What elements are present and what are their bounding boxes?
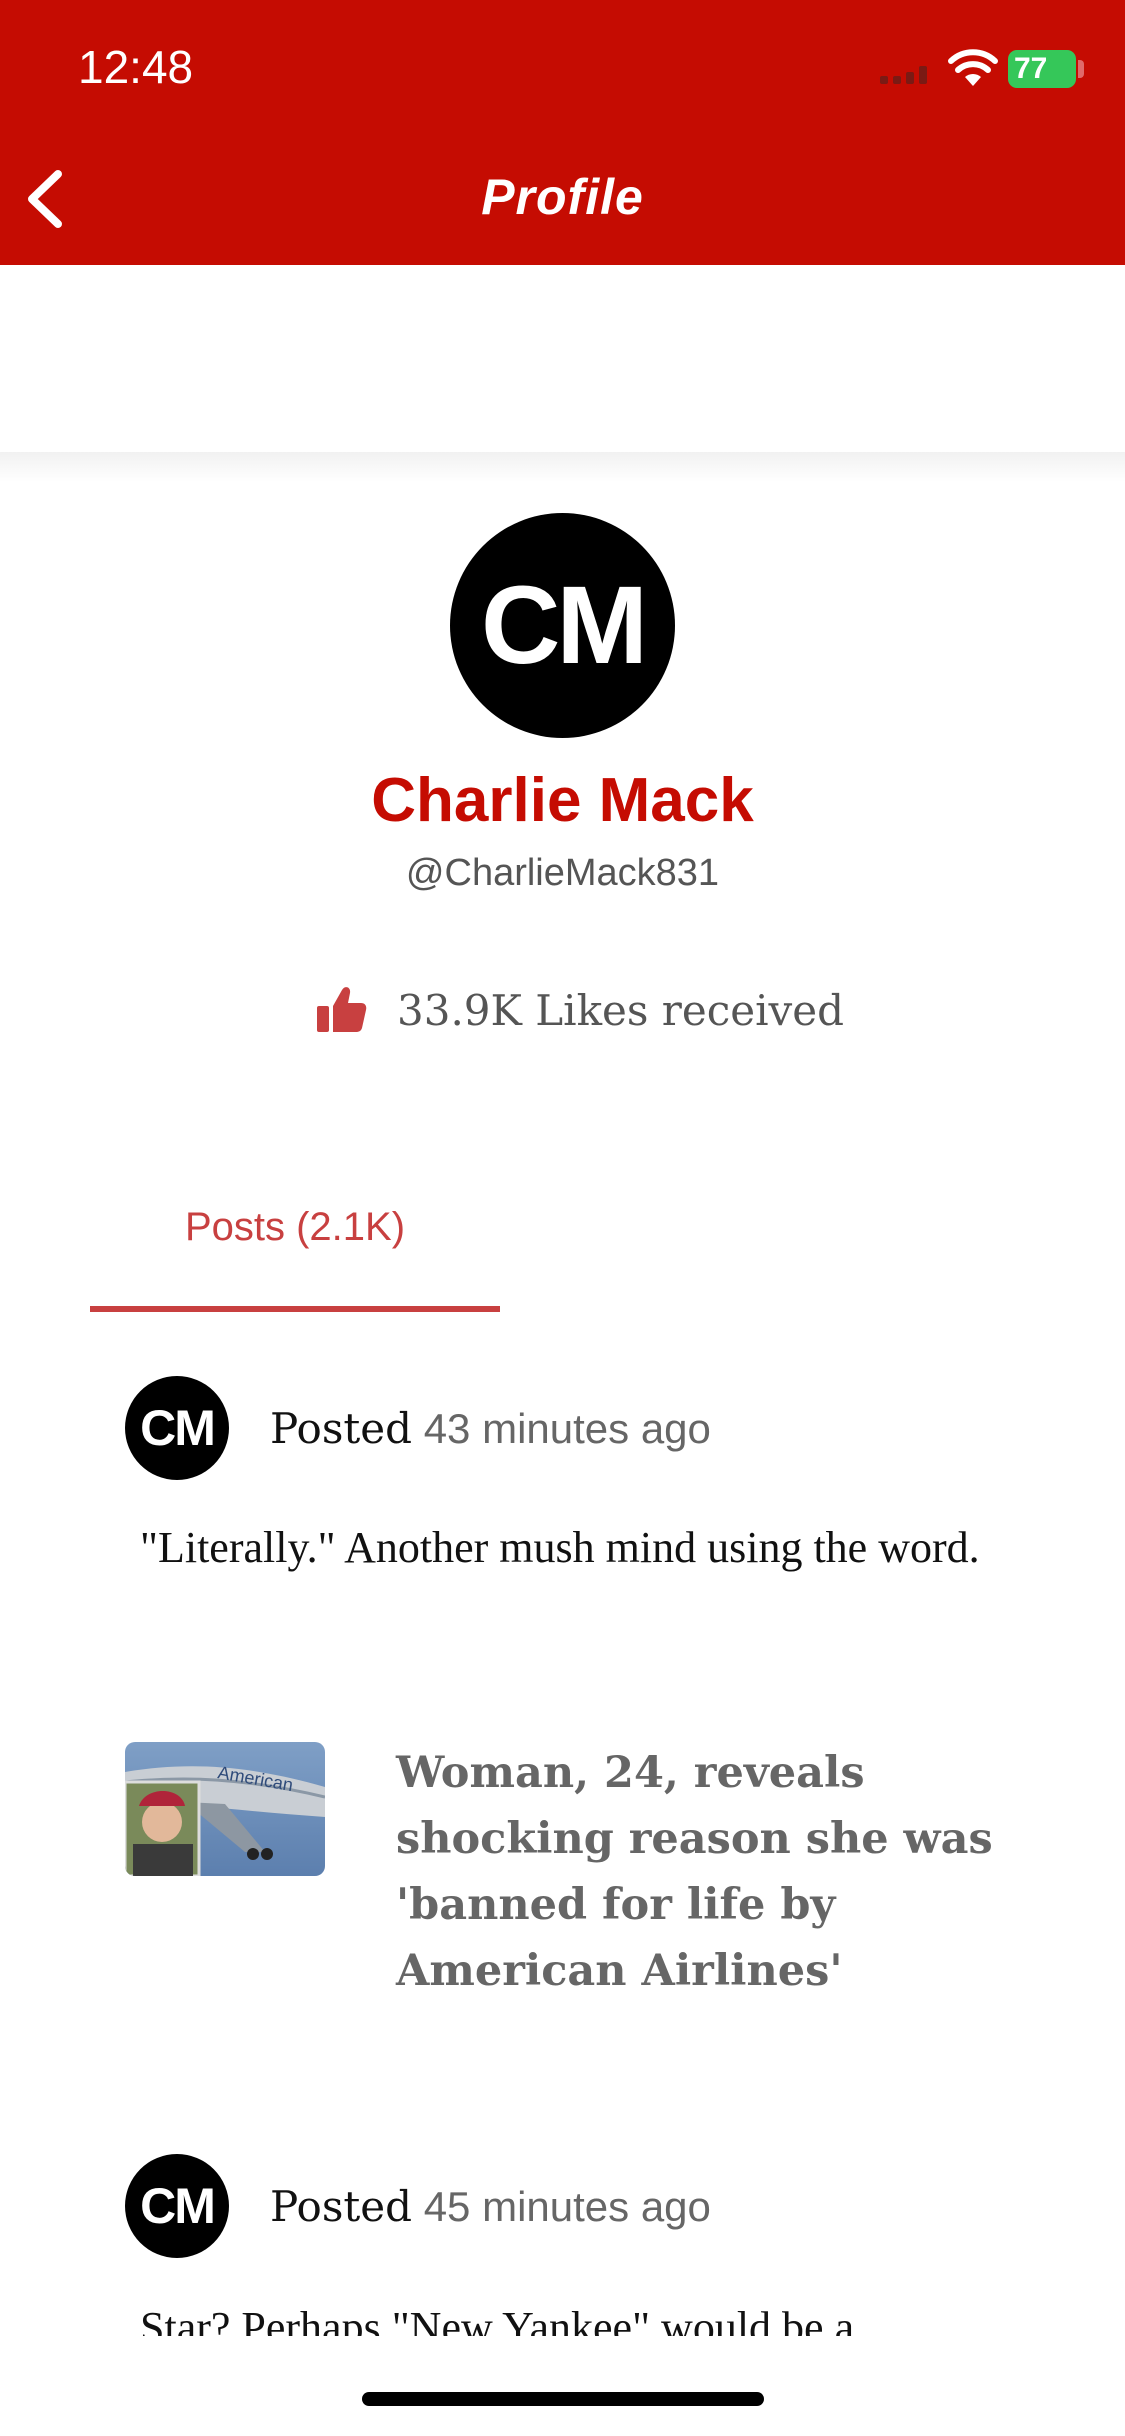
post-time: 43 minutes ago bbox=[423, 1405, 711, 1452]
banner-area bbox=[0, 265, 1125, 455]
post-meta: Posted 45 minutes ago bbox=[270, 2182, 711, 2231]
battery-cap bbox=[1078, 60, 1084, 78]
post-text[interactable]: Star? Perhaps "New Yankee" would be a bbox=[140, 2290, 1040, 2336]
article-headline[interactable]: Woman, 24, reveals shocking reason she w… bbox=[396, 1740, 996, 2004]
profile-handle: @CharlieMack831 bbox=[405, 852, 720, 894]
posted-label: Posted bbox=[270, 1404, 413, 1453]
thumbs-up-icon bbox=[317, 987, 367, 1032]
battery-level: 77 bbox=[1014, 52, 1048, 85]
tab-posts[interactable]: Posts (2.1K) bbox=[90, 1205, 500, 1250]
post-time: 45 minutes ago bbox=[423, 2183, 711, 2230]
post-author-avatar[interactable]: CM bbox=[125, 1376, 229, 1480]
app-header: 12:48 77 Profile bbox=[0, 0, 1125, 265]
home-indicator[interactable] bbox=[362, 2392, 764, 2406]
tab-active-indicator bbox=[90, 1306, 500, 1312]
airplane-image: American bbox=[125, 1742, 325, 1876]
wifi-icon bbox=[948, 49, 998, 86]
battery-icon: 77 bbox=[1008, 50, 1076, 88]
post-meta: Posted 43 minutes ago bbox=[270, 1404, 711, 1453]
page-title: Profile bbox=[481, 169, 644, 225]
cellular-signal-icon bbox=[880, 66, 927, 84]
profile-name: Charlie Mack bbox=[371, 766, 754, 835]
profile-avatar: CM bbox=[450, 513, 675, 738]
article-thumbnail[interactable]: American bbox=[125, 1742, 325, 1876]
likes-count: 33.9K Likes received bbox=[397, 985, 844, 1035]
banner-shadow bbox=[0, 452, 1125, 482]
likes-summary: 33.9K Likes received bbox=[315, 980, 844, 1040]
posted-label: Posted bbox=[270, 2182, 413, 2231]
post-text[interactable]: "Literally." Another mush mind using the… bbox=[140, 1510, 1020, 1585]
post-author-avatar[interactable]: CM bbox=[125, 2154, 229, 2258]
status-time: 12:48 bbox=[78, 41, 194, 93]
